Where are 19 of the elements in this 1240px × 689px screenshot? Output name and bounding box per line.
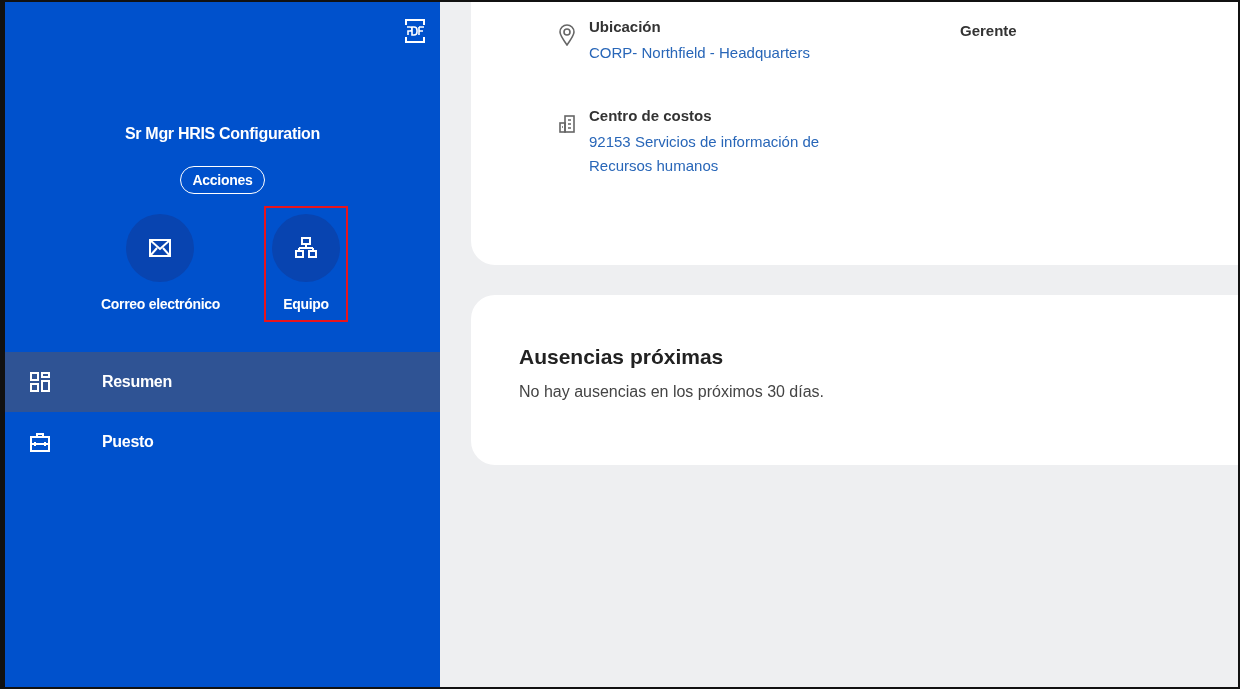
- pdf-icon[interactable]: [404, 18, 426, 44]
- building-icon: [559, 115, 575, 133]
- briefcase-icon: [30, 432, 50, 452]
- field-link[interactable]: CORP- Northfield - Headquarters: [589, 41, 810, 65]
- empty-message: No hay ausencias en los próximos 30 días.: [519, 383, 826, 401]
- job-title: Sr Mgr HRIS Configuration: [123, 125, 322, 143]
- field-label: Centro de costos: [589, 107, 713, 124]
- card-title: Ausencias próximas: [519, 345, 725, 369]
- nav-item[interactable]: Resumen: [5, 352, 440, 412]
- envelope-icon: [149, 239, 172, 257]
- field-link[interactable]: 92153 Servicios de información de Recursos humanos: [589, 130, 879, 178]
- field-label: Gerente: [960, 22, 1017, 39]
- quick-action-button[interactable]: Correo electrónico: [92, 206, 229, 322]
- nav-item[interactable]: Puesto: [5, 412, 440, 472]
- location-pin-icon: [559, 24, 575, 46]
- dashboard-icon: [30, 372, 50, 392]
- quick-action-button[interactable]: Equipo: [264, 206, 349, 322]
- org-chart-icon: [295, 237, 318, 259]
- field-label: Ubicación: [589, 18, 662, 35]
